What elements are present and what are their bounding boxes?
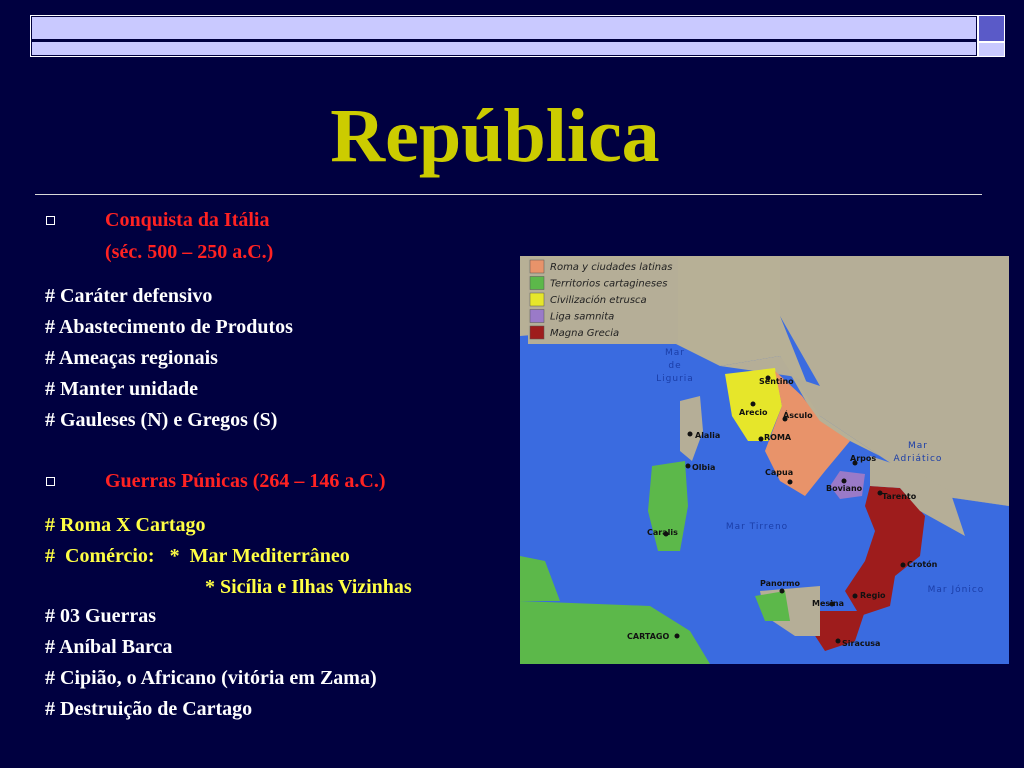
city-marker: [685, 463, 691, 469]
city-marker: [674, 633, 680, 639]
city-label: Crotón: [907, 559, 938, 569]
legend-label: Liga samnita: [550, 312, 614, 323]
list-item: # Manter unidade: [45, 378, 198, 400]
map-svg: Roma y ciudades latinas Territorios carta…: [520, 256, 1009, 664]
bullet-square-icon: [46, 216, 55, 225]
legend-swatch: [529, 309, 545, 323]
corner-square: [978, 42, 1005, 57]
sea-label: Mar Tirreno: [726, 522, 788, 532]
sea-label: Adriático: [894, 454, 943, 464]
city-label: Mesina: [812, 599, 844, 608]
city-label: Boviano: [826, 484, 863, 493]
city-label: Olbia: [692, 463, 715, 472]
list-item: # Ameaças regionais: [45, 347, 218, 369]
list-item: # Cipião, o Africano (vitória em Zama): [45, 667, 377, 689]
top-bar-stripe: [32, 17, 976, 39]
legend-label: Territorios cartagineses: [550, 279, 667, 290]
legend-swatch: [529, 292, 545, 307]
list-item: # 03 Guerras: [45, 605, 157, 627]
city-label: Siracusa: [842, 639, 880, 648]
city-marker: [779, 588, 785, 594]
city-label: ROMA: [764, 433, 792, 442]
city-label: Arpos: [850, 454, 876, 463]
city-label: Capua: [765, 468, 793, 477]
list-item: # Destruição de Cartago: [45, 698, 253, 720]
list-item: # Gauleses (N) e Gregos (S): [45, 409, 278, 431]
sea-label: Liguria: [656, 374, 694, 384]
list-item: * Sicília e Ilhas Vizinhas: [205, 576, 412, 598]
list-item: # Abastecimento de Produtos: [45, 316, 293, 338]
sea-label: Mar: [908, 441, 928, 451]
city-marker: [758, 436, 764, 442]
legend-label: Magna Grecia: [550, 328, 619, 339]
section2-heading: Guerras Púnicas (264 – 146 a.C.): [105, 470, 386, 492]
top-decorative-bar: [30, 15, 978, 57]
city-marker: [852, 593, 858, 599]
city-marker: [750, 401, 756, 407]
legend-swatch: [529, 325, 545, 340]
legend-label: Civilización etrusca: [550, 294, 647, 306]
section1-subheading: (séc. 500 – 250 a.C.): [105, 241, 274, 263]
city-marker: [687, 431, 693, 437]
list-item: # Aníbal Barca: [45, 636, 173, 658]
city-label: Ásculo: [783, 409, 813, 420]
city-label: CARTAGO: [627, 632, 669, 641]
bullet-square-icon: [46, 477, 55, 486]
list-item: # Caráter defensivo: [45, 285, 213, 307]
city-label: Alalia: [695, 431, 720, 440]
legend-swatch: [529, 259, 545, 274]
sea-label: Mar: [665, 348, 685, 358]
sea-label: Mar Jónico: [928, 584, 985, 595]
city-marker: [900, 562, 906, 568]
city-marker: [841, 478, 847, 484]
corner-square: [978, 15, 1005, 42]
city-label: Arecio: [739, 408, 768, 417]
city-label: Caralis: [647, 528, 678, 537]
city-marker: [835, 638, 841, 644]
list-item: # Comércio: * Mar Mediterrâneo: [45, 545, 350, 567]
list-item: # Roma X Cartago: [45, 514, 206, 536]
legend-label: Roma y ciudades latinas: [550, 262, 672, 273]
city-label: Regio: [860, 591, 886, 600]
city-label: Panormo: [760, 579, 801, 588]
section1-heading: Conquista da Itália: [105, 209, 270, 231]
city-marker: [787, 479, 793, 485]
legend-swatch: [529, 276, 545, 290]
city-label: Sentino: [759, 377, 794, 386]
map-italy: Roma y ciudades latinas Territorios carta…: [520, 256, 1009, 664]
city-label: Tarento: [882, 492, 917, 501]
sea-label: de: [668, 361, 681, 371]
top-bar-stripe: [32, 42, 976, 55]
title-divider: [35, 194, 982, 195]
slide-title: República: [330, 94, 660, 178]
